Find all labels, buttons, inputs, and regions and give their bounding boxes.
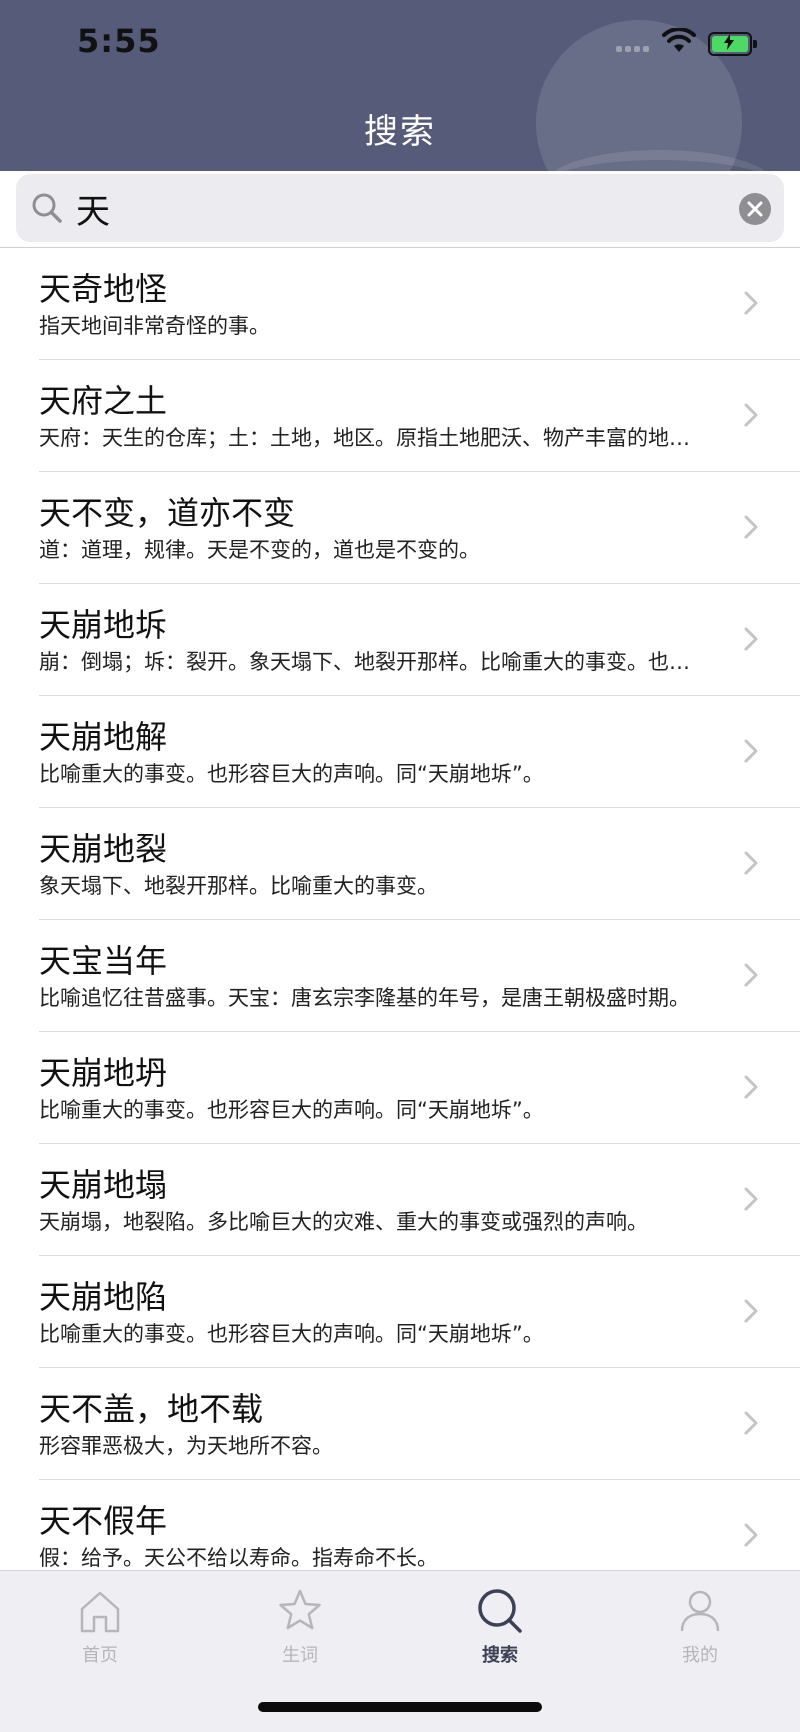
- list-item[interactable]: 天不变，道亦不变 道：道理，规律。天是不变的，道也是不变的。: [39, 472, 800, 584]
- cellular-signal-icon: [616, 46, 649, 52]
- list-item[interactable]: 天不盖，地不载 形容罪恶极大，为天地所不容。: [39, 1368, 800, 1480]
- idiom-description: 天府：天生的仓库；土：土地，地区。原指土地肥沃、物产丰富的地方。: [39, 426, 709, 450]
- list-item[interactable]: 天府之土 天府：天生的仓库；土：土地，地区。原指土地肥沃、物产丰富的地方。: [39, 360, 800, 472]
- tab-label: 我的: [682, 1645, 718, 1666]
- list-item[interactable]: 天崩地坼 崩：倒塌；坼：裂开。象天塌下、地裂开那样。比喻重大的事变。也形容巨大的…: [39, 584, 800, 696]
- battery-icon: [708, 32, 757, 56]
- search-icon: [478, 1589, 522, 1633]
- chevron-right-icon: [744, 403, 758, 427]
- idiom-description: 崩：倒塌；坼：裂开。象天塌下、地裂开那样。比喻重大的事变。也形容巨大的声响。: [39, 650, 709, 674]
- list-item[interactable]: 天崩地解 比喻重大的事变。也形容巨大的声响。同“天崩地坼”。: [39, 696, 800, 808]
- chevron-right-icon: [744, 1075, 758, 1099]
- chevron-right-icon: [744, 851, 758, 875]
- idiom-description: 指天地间非常奇怪的事。: [39, 314, 270, 338]
- clear-search-button[interactable]: [739, 193, 771, 225]
- chevron-right-icon: [744, 1187, 758, 1211]
- home-icon: [80, 1591, 120, 1633]
- idiom-description: 天崩塌，地裂陷。多比喻巨大的灾难、重大的事变或强烈的声响。: [39, 1210, 648, 1234]
- page-title: 搜索: [364, 112, 436, 152]
- chevron-right-icon: [744, 963, 758, 987]
- home-indicator[interactable]: [258, 1702, 542, 1712]
- status-bar-time: 5:55: [77, 22, 161, 60]
- star-icon: [279, 1589, 321, 1630]
- list-item[interactable]: 天崩地陷 比喻重大的事变。也形容巨大的声响。同“天崩地坼”。: [39, 1256, 800, 1368]
- search-bar[interactable]: [16, 174, 784, 242]
- chevron-right-icon: [744, 291, 758, 315]
- idiom-description: 比喻追忆往昔盛事。天宝：唐玄宗李隆基的年号，是唐王朝极盛时期。: [39, 986, 690, 1010]
- list-item[interactable]: 天崩地塌 天崩塌，地裂陷。多比喻巨大的灾难、重大的事变或强烈的声响。: [39, 1144, 800, 1256]
- idiom-title: 天不盖，地不载: [39, 1390, 264, 1428]
- idiom-title: 天崩地解: [39, 718, 168, 756]
- chevron-right-icon: [744, 1523, 758, 1547]
- idiom-description: 比喻重大的事变。也形容巨大的声响。同“天崩地坼”。: [39, 1322, 544, 1346]
- tab-vocabulary[interactable]: 生词: [240, 1587, 360, 1667]
- idiom-description: 比喻重大的事变。也形容巨大的声响。同“天崩地坼”。: [39, 762, 544, 786]
- idiom-description: 道：道理，规律。天是不变的，道也是不变的。: [39, 538, 480, 562]
- idiom-title: 天府之土: [39, 382, 168, 420]
- navigation-header: 5:55 搜索: [0, 0, 800, 171]
- idiom-title: 天崩地坍: [39, 1054, 168, 1092]
- list-item[interactable]: 天宝当年 比喻追忆往昔盛事。天宝：唐玄宗李隆基的年号，是唐王朝极盛时期。: [39, 920, 800, 1032]
- list-item[interactable]: 天崩地坍 比喻重大的事变。也形容巨大的声响。同“天崩地坼”。: [39, 1032, 800, 1144]
- idiom-description: 象天塌下、地裂开那样。比喻重大的事变。: [39, 874, 438, 898]
- idiom-title: 天崩地坼: [39, 606, 168, 644]
- chevron-right-icon: [744, 739, 758, 763]
- list-item[interactable]: 天崩地裂 象天塌下、地裂开那样。比喻重大的事变。: [39, 808, 800, 920]
- idiom-description: 形容罪恶极大，为天地所不容。: [39, 1434, 333, 1458]
- search-icon: [32, 193, 62, 223]
- person-icon: [680, 1590, 720, 1632]
- chevron-right-icon: [744, 1299, 758, 1323]
- chevron-right-icon: [744, 1411, 758, 1435]
- tab-label: 生词: [282, 1645, 318, 1666]
- idiom-title: 天奇地怪: [39, 270, 168, 308]
- search-input[interactable]: [76, 184, 676, 232]
- search-results-list: 天奇地怪 指天地间非常奇怪的事。 天府之土 天府：天生的仓库；土：土地，地区。原…: [0, 248, 800, 1592]
- tab-profile[interactable]: 我的: [640, 1587, 760, 1667]
- chevron-right-icon: [744, 627, 758, 651]
- idiom-description: 比喻重大的事变。也形容巨大的声响。同“天崩地坼”。: [39, 1098, 544, 1122]
- tab-label: 首页: [82, 1645, 118, 1666]
- idiom-description: 假：给予。天公不给以寿命。指寿命不长。: [39, 1546, 438, 1570]
- chevron-right-icon: [744, 515, 758, 539]
- wifi-icon: [662, 28, 696, 52]
- idiom-title: 天崩地裂: [39, 830, 168, 868]
- idiom-title: 天宝当年: [39, 942, 168, 980]
- list-item[interactable]: 天奇地怪 指天地间非常奇怪的事。: [39, 248, 800, 360]
- tab-label: 搜索: [482, 1645, 518, 1666]
- idiom-title: 天崩地陷: [39, 1278, 168, 1316]
- idiom-title: 天不假年: [39, 1502, 168, 1540]
- close-icon: [747, 201, 763, 217]
- search-bar-container: [0, 171, 800, 248]
- status-bar-icons: [616, 28, 766, 58]
- tab-home[interactable]: 首页: [40, 1587, 160, 1667]
- idiom-title: 天不变，道亦不变: [39, 494, 296, 532]
- tab-search[interactable]: 搜索: [440, 1587, 560, 1667]
- idiom-title: 天崩地塌: [39, 1166, 168, 1204]
